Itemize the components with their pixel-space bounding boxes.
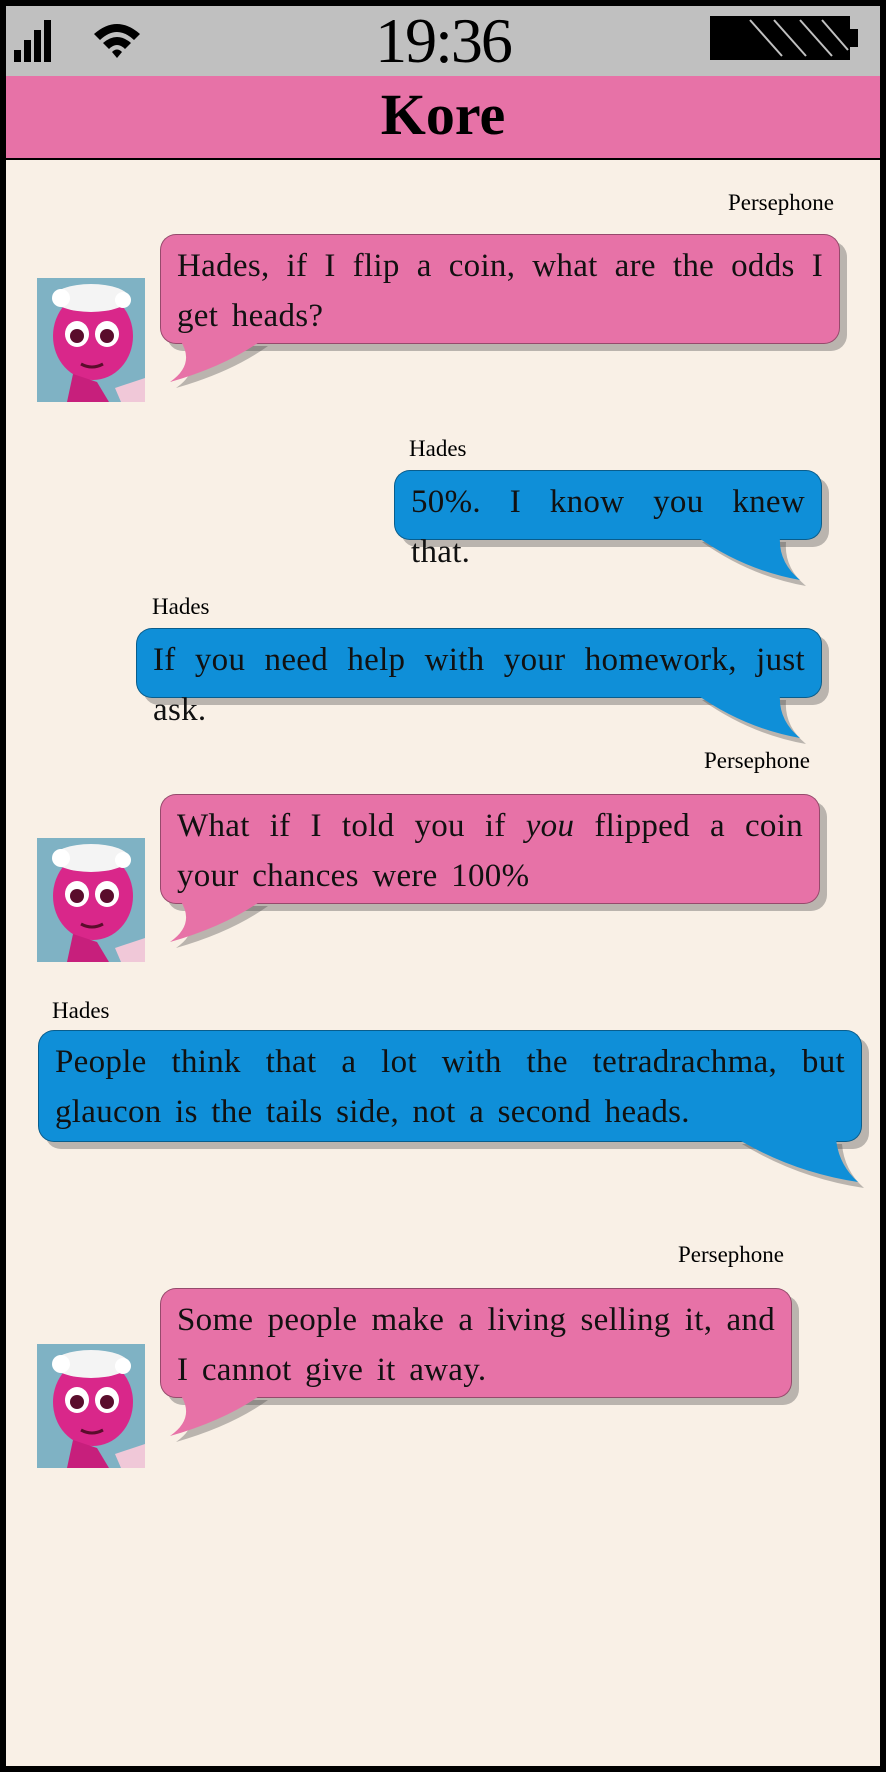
message-text: Some people make a living selling it, an… [177,1302,775,1388]
message-bubble[interactable]: Hades, if I flip a coin, what are the od… [160,234,840,344]
chat-header: Kore [6,76,880,160]
bubble-tail [170,340,268,388]
avatar[interactable] [37,1344,145,1468]
persephone-avatar-icon [37,838,145,962]
message-bubble[interactable]: People think that a lot with the tetradr… [38,1030,862,1142]
bubble-tail [170,1394,268,1442]
sender-name: Persephone [703,748,810,773]
message-text: What if I told you if you flipped a coin… [177,808,803,894]
avatar[interactable] [37,278,145,402]
message-text: People think that a lot with the tetradr… [55,1044,845,1130]
sender-name: Persephone [677,1242,784,1267]
phone-screen: 19:36 Kore Persephone Hades, if I flip a… [6,6,880,1766]
sender-name: Hades [52,998,110,1023]
persephone-avatar-icon [37,1344,145,1468]
sender-name: Hades [409,436,467,461]
contact-name[interactable]: Kore [6,84,880,146]
sender-name: Persephone [727,190,834,215]
bubble-tail [736,1138,864,1188]
message-bubble[interactable]: What if I told you if you flipped a coin… [160,794,820,904]
avatar[interactable] [37,838,145,962]
bubble-tail [696,694,806,744]
status-bar: 19:36 [6,6,880,76]
status-time: 19:36 [375,6,513,76]
bubble-tail [696,536,806,586]
emphasis-text: you [525,808,575,844]
persephone-avatar-icon [37,278,145,402]
message-bubble[interactable]: 50%. I know you knew that. [394,470,822,570]
sender-name: Hades [152,594,210,619]
message-bubble[interactable]: Some people make a living selling it, an… [160,1288,792,1398]
message-text: Hades, if I flip a coin, what are the od… [177,248,823,334]
bubble-tail [170,900,268,948]
message-bubble[interactable]: If you need help with your homework, jus… [136,628,822,728]
